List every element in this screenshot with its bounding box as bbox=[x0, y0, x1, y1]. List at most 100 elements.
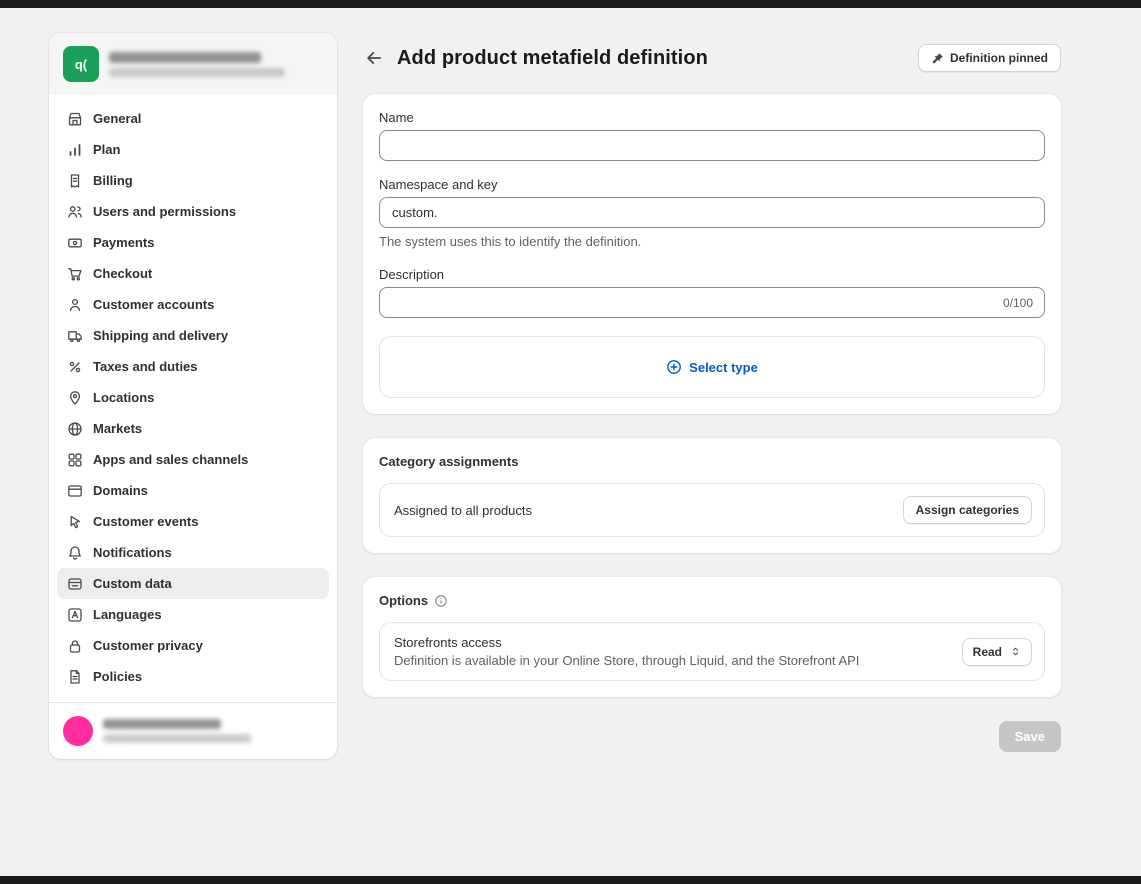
storefront-access-select[interactable]: Read bbox=[962, 638, 1032, 666]
sidebar-item-billing[interactable]: Billing bbox=[57, 165, 329, 196]
sidebar-item-label: Customer accounts bbox=[93, 297, 214, 312]
sidebar-item-locations[interactable]: Locations bbox=[57, 382, 329, 413]
sidebar-item-label: Domains bbox=[93, 483, 148, 498]
sidebar-item-label: Customer events bbox=[93, 514, 198, 529]
definition-pinned-label: Definition pinned bbox=[950, 51, 1048, 65]
payments-icon bbox=[66, 234, 84, 252]
sidebar-item-label: Locations bbox=[93, 390, 154, 405]
storefront-access-value: Read bbox=[973, 645, 1002, 659]
back-button[interactable] bbox=[363, 47, 385, 69]
store-name-redacted bbox=[109, 52, 261, 63]
sidebar-item-payments[interactable]: Payments bbox=[57, 227, 329, 258]
languages-icon bbox=[66, 606, 84, 624]
namespace-input[interactable] bbox=[379, 197, 1045, 228]
definition-pinned-button[interactable]: Definition pinned bbox=[918, 44, 1061, 72]
sidebar-item-label: Shipping and delivery bbox=[93, 328, 228, 343]
select-type-label: Select type bbox=[689, 360, 758, 375]
sidebar-item-markets[interactable]: Markets bbox=[57, 413, 329, 444]
sidebar-item-taxes-and-duties[interactable]: Taxes and duties bbox=[57, 351, 329, 382]
sidebar-item-label: Billing bbox=[93, 173, 133, 188]
globe-icon bbox=[66, 420, 84, 438]
sidebar-item-apps-and-sales-channels[interactable]: Apps and sales channels bbox=[57, 444, 329, 475]
plus-circle-icon bbox=[666, 359, 682, 375]
user-footer bbox=[49, 702, 337, 759]
sidebar-item-custom-data[interactable]: Custom data bbox=[57, 568, 329, 599]
assigned-text: Assigned to all products bbox=[394, 503, 532, 518]
person-icon bbox=[66, 296, 84, 314]
save-button[interactable]: Save bbox=[999, 721, 1061, 752]
definition-form-card: Name Namespace and key The system uses t… bbox=[363, 94, 1061, 414]
store-header: q( bbox=[49, 33, 337, 95]
user-email-redacted bbox=[103, 734, 251, 743]
sidebar-item-label: Languages bbox=[93, 607, 162, 622]
lock-icon bbox=[66, 637, 84, 655]
description-input-wrap: 0/100 bbox=[379, 287, 1045, 318]
sidebar-item-languages[interactable]: Languages bbox=[57, 599, 329, 630]
percent-icon bbox=[66, 358, 84, 376]
window-chrome-top bbox=[0, 0, 1141, 8]
select-caret-icon bbox=[1010, 646, 1021, 657]
sidebar-item-label: General bbox=[93, 111, 141, 126]
category-assignment-row: Assigned to all products Assign categori… bbox=[379, 483, 1045, 537]
assign-categories-button[interactable]: Assign categories bbox=[903, 496, 1032, 524]
save-row: Save bbox=[363, 721, 1061, 752]
sidebar-item-label: Apps and sales channels bbox=[93, 452, 248, 467]
sidebar-item-label: Markets bbox=[93, 421, 142, 436]
character-counter: 0/100 bbox=[1003, 296, 1033, 310]
sidebar-item-general[interactable]: General bbox=[57, 103, 329, 134]
sidebar-item-shipping-and-delivery[interactable]: Shipping and delivery bbox=[57, 320, 329, 351]
description-field-group: Description 0/100 bbox=[379, 267, 1045, 318]
sidebar-item-label: Notifications bbox=[93, 545, 172, 560]
truck-icon bbox=[66, 327, 84, 345]
category-assignments-title: Category assignments bbox=[379, 454, 1045, 469]
options-title-row: Options bbox=[379, 593, 1045, 608]
user-info bbox=[103, 719, 251, 743]
sidebar-item-domains[interactable]: Domains bbox=[57, 475, 329, 506]
sidebar-item-customer-privacy[interactable]: Customer privacy bbox=[57, 630, 329, 661]
namespace-help-text: The system uses this to identify the def… bbox=[379, 234, 1045, 249]
sidebar-item-plan[interactable]: Plan bbox=[57, 134, 329, 165]
users-icon bbox=[66, 203, 84, 221]
name-label: Name bbox=[379, 110, 1045, 125]
info-icon[interactable] bbox=[434, 594, 448, 608]
description-input[interactable] bbox=[379, 287, 1045, 318]
description-label: Description bbox=[379, 267, 1045, 282]
options-title: Options bbox=[379, 593, 428, 608]
storefronts-access-row: Storefronts access Definition is availab… bbox=[379, 622, 1045, 681]
select-type-button[interactable]: Select type bbox=[666, 359, 758, 375]
name-input[interactable] bbox=[379, 130, 1045, 161]
sidebar-item-label: Taxes and duties bbox=[93, 359, 198, 374]
select-type-box: Select type bbox=[379, 336, 1045, 398]
options-card: Options Storefronts access Definition is… bbox=[363, 577, 1061, 697]
receipt-icon bbox=[66, 172, 84, 190]
category-assignments-card: Category assignments Assigned to all pro… bbox=[363, 438, 1061, 553]
cursor-icon bbox=[66, 513, 84, 531]
store-domain-redacted bbox=[109, 68, 285, 77]
sidebar-item-label: Users and permissions bbox=[93, 204, 236, 219]
sidebar-item-policies[interactable]: Policies bbox=[57, 661, 329, 692]
page-title: Add product metafield definition bbox=[397, 47, 708, 70]
bell-icon bbox=[66, 544, 84, 562]
window-chrome-bottom bbox=[0, 876, 1141, 884]
settings-sidebar: q( General Plan Billing Users and permis… bbox=[49, 33, 337, 759]
store-info bbox=[109, 52, 285, 77]
sidebar-item-notifications[interactable]: Notifications bbox=[57, 537, 329, 568]
sidebar-item-checkout[interactable]: Checkout bbox=[57, 258, 329, 289]
sidebar-item-label: Plan bbox=[93, 142, 120, 157]
sidebar-item-customer-events[interactable]: Customer events bbox=[57, 506, 329, 537]
sidebar-item-label: Policies bbox=[93, 669, 142, 684]
sidebar-item-label: Checkout bbox=[93, 266, 152, 281]
sidebar-item-users-and-permissions[interactable]: Users and permissions bbox=[57, 196, 329, 227]
user-avatar bbox=[63, 716, 93, 746]
user-name-redacted bbox=[103, 719, 221, 729]
sidebar-item-label: Custom data bbox=[93, 576, 172, 591]
apps-grid-icon bbox=[66, 451, 84, 469]
sidebar-item-customer-accounts[interactable]: Customer accounts bbox=[57, 289, 329, 320]
namespace-field-group: Namespace and key The system uses this t… bbox=[379, 177, 1045, 249]
store-icon bbox=[66, 110, 84, 128]
page-header: Add product metafield definition Definit… bbox=[363, 42, 1061, 74]
pin-icon bbox=[931, 52, 944, 65]
plan-icon bbox=[66, 141, 84, 159]
document-icon bbox=[66, 668, 84, 686]
storefronts-access-description: Definition is available in your Online S… bbox=[394, 653, 859, 668]
